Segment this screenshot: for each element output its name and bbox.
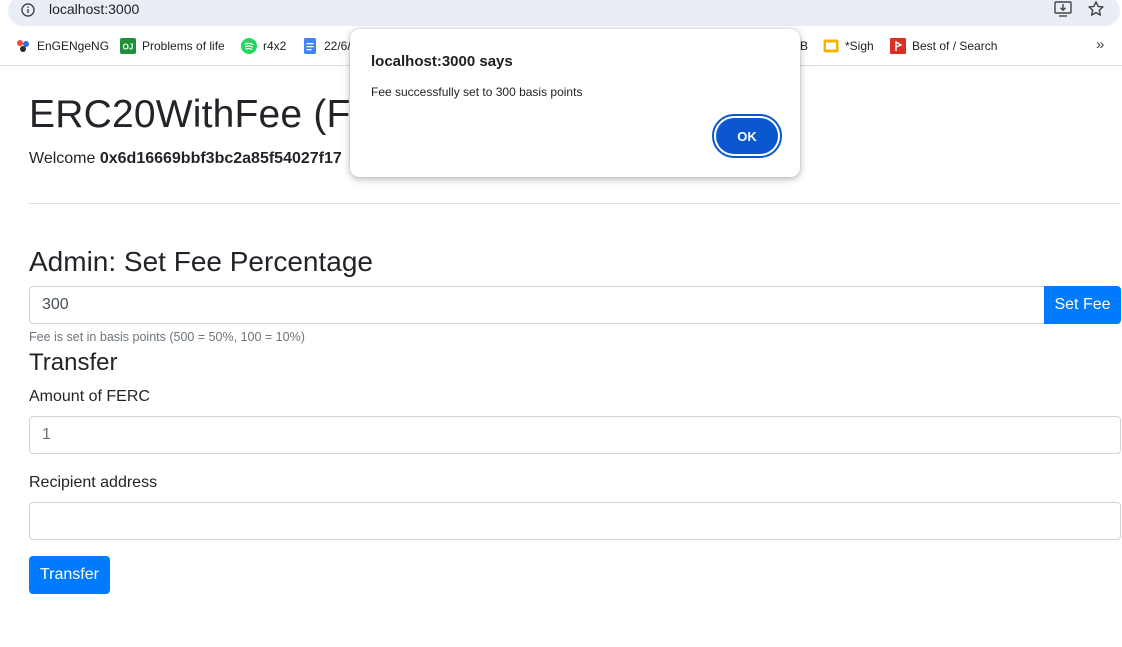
- alert-dialog: localhost:3000 says Fee successfully set…: [350, 29, 800, 177]
- bookmark-label: EnGENgeNG: [37, 39, 110, 53]
- bookmark-engengeng[interactable]: EnGENgeNG: [15, 37, 109, 55]
- divider: [29, 203, 1121, 204]
- bookmark-label: Problems of life: [142, 39, 225, 53]
- transfer-heading: Transfer: [29, 349, 118, 376]
- bookmark-label: B: [800, 39, 809, 53]
- chevron-double-right-icon[interactable]: »: [1096, 36, 1112, 54]
- alert-title: localhost:3000 says: [371, 53, 513, 70]
- recipient-address-input[interactable]: [29, 502, 1121, 540]
- bookmark-docs[interactable]: 22/6/: [302, 37, 351, 55]
- omnibox[interactable]: localhost:3000: [8, 0, 1120, 26]
- spotify-icon: [241, 38, 257, 54]
- bookmark-r4x2[interactable]: r4x2: [241, 37, 286, 55]
- welcome-prefix: Welcome: [29, 150, 100, 167]
- svg-text:OJ: OJ: [123, 43, 134, 52]
- install-app-icon[interactable]: [1054, 1, 1072, 17]
- alert-ok-focus-ring: OK: [712, 114, 782, 158]
- bookmark-problems-of-life[interactable]: OJ Problems of life: [120, 37, 225, 55]
- amount-input[interactable]: [29, 416, 1121, 454]
- amount-label: Amount of FERC: [29, 388, 150, 405]
- oj-icon: OJ: [120, 38, 136, 54]
- wallet-address: 0x6d16669bbf3bc2a85f54027f17: [99, 150, 342, 167]
- docs-icon: [302, 38, 318, 54]
- bookmark-label: r4x2: [263, 39, 287, 53]
- bookmark-sigh[interactable]: *Sigh: [823, 37, 874, 55]
- recipient-label: Recipient address: [29, 474, 158, 491]
- alert-message: Fee successfully set to 300 basis points: [371, 85, 583, 99]
- star-icon[interactable]: [1087, 0, 1105, 18]
- alert-ok-button[interactable]: OK: [716, 118, 778, 154]
- bookmark-label: Best of / Search: [912, 39, 998, 53]
- bookmark-b[interactable]: B: [800, 37, 808, 55]
- url-text[interactable]: localhost:3000: [49, 1, 139, 17]
- red-flag-icon: [890, 38, 906, 54]
- admin-heading: Admin: Set Fee Percentage: [29, 246, 373, 277]
- transfer-button[interactable]: Transfer: [29, 556, 110, 594]
- bookmark-best-of-search[interactable]: Best of / Search: [890, 37, 997, 55]
- page-title: ERC20WithFee (FE: [29, 93, 377, 136]
- info-icon[interactable]: [21, 3, 35, 17]
- engenge-icon: [15, 38, 31, 54]
- bookmark-label: 22/6/: [324, 39, 351, 53]
- welcome-text: Welcome 0x6d16669bbf3bc2a85f54027f17: [29, 150, 342, 168]
- bookmark-label: *Sigh: [845, 39, 874, 53]
- fee-input[interactable]: [29, 286, 1045, 324]
- slides-icon: [823, 38, 839, 54]
- browser-toolbar: localhost:3000: [0, 0, 1122, 26]
- set-fee-button[interactable]: Set Fee: [1044, 286, 1121, 324]
- fee-help-text: Fee is set in basis points (500 = 50%, 1…: [29, 330, 305, 344]
